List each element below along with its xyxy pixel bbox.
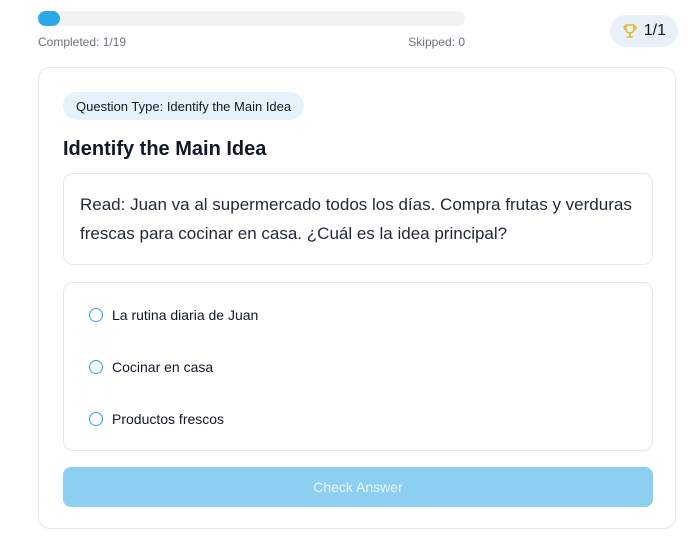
question-prompt-text: Read: Juan va al supermercado todos los …: [80, 195, 632, 243]
question-type-label: Question Type: Identify the Main Idea: [76, 98, 292, 114]
radio-button[interactable]: [89, 308, 103, 322]
option-label: La rutina diaria de Juan: [112, 307, 259, 323]
trophy-icon: [622, 23, 638, 39]
skipped-count: Skipped: 0: [408, 35, 465, 49]
option-label: Cocinar en casa: [112, 359, 214, 375]
progress-fill: [38, 11, 61, 26]
completed-count: Completed: 1/19: [38, 35, 127, 49]
question-prompt: Read: Juan va al supermercado todos los …: [63, 173, 653, 265]
question-card: Question Type: Identify the Main Idea Id…: [38, 67, 676, 529]
radio-button[interactable]: [89, 360, 103, 374]
score-badge: 1/1: [609, 15, 678, 47]
progress-section: Completed: 1/19 Skipped: 0: [38, 11, 465, 49]
option-label: Productos frescos: [112, 411, 225, 427]
option-2[interactable]: Cocinar en casa: [89, 357, 213, 377]
progress-labels: Completed: 1/19 Skipped: 0: [38, 35, 465, 49]
question-type-badge: Question Type: Identify the Main Idea: [63, 92, 305, 120]
question-title: Identify the Main Idea: [63, 138, 267, 160]
option-1[interactable]: La rutina diaria de Juan: [89, 305, 258, 325]
answer-options: La rutina diaria de Juan Cocinar en casa…: [63, 282, 653, 451]
check-answer-button[interactable]: Check Answer: [63, 467, 653, 507]
progress-bar: [38, 11, 465, 26]
option-3[interactable]: Productos frescos: [89, 409, 224, 429]
score-value: 1/1: [643, 22, 666, 39]
radio-button[interactable]: [89, 412, 103, 426]
